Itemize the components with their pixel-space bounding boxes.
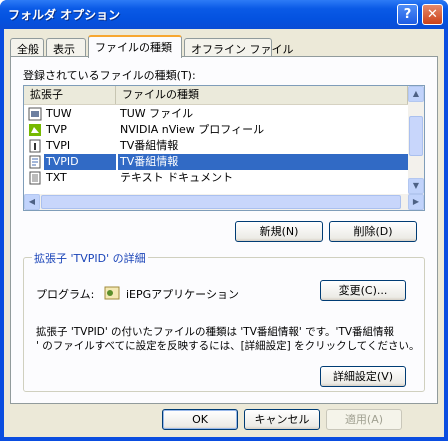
list-item-selected[interactable]: TVPID TV番組情報	[24, 154, 408, 170]
column-extension[interactable]: 拡張子	[24, 86, 116, 104]
cell-extension: TVPID	[44, 154, 116, 170]
list-item[interactable]: TVP NVIDIA nView プロフィール	[24, 122, 408, 138]
change-button[interactable]: 変更(C)...	[320, 280, 406, 301]
cell-type: TV番組情報	[120, 139, 179, 152]
tab-label: オフライン ファイル	[191, 43, 294, 56]
column-file-type[interactable]: ファイルの種類	[116, 86, 408, 104]
cell-type: テキスト ドキュメント	[120, 171, 234, 184]
cell-type: TUW ファイル	[120, 107, 194, 120]
list-item[interactable]: TXT テキスト ドキュメント	[24, 170, 408, 186]
horizontal-scrollbar[interactable]: ◀ ▶	[24, 194, 424, 210]
advanced-button[interactable]: 詳細設定(V)	[320, 366, 406, 387]
iepg-app-icon	[104, 286, 120, 300]
tab-view[interactable]: 表示	[46, 38, 86, 57]
details-group: 拡張子 'TVPID' の詳細 プログラム: iEPGアプリケーション 変更(C…	[23, 250, 425, 392]
list-item[interactable]: TUW TUW ファイル	[24, 106, 408, 122]
cancel-button[interactable]: キャンセル	[244, 409, 320, 430]
horizontal-scroll-thumb[interactable]	[41, 195, 401, 209]
vertical-scroll-thumb[interactable]	[409, 116, 423, 156]
tuw-file-icon	[28, 107, 42, 121]
cell-extension: TUW	[46, 107, 72, 120]
details-title: 拡張子 'TVPID' の詳細	[32, 250, 148, 266]
scroll-up-icon[interactable]: ▲	[408, 86, 424, 102]
file-types-list[interactable]: 拡張子 ファイルの種類 TUW TUW ファイル TVP NVIDIA nVie…	[23, 85, 425, 211]
folder-options-window: フォルダ オプション ? ✕ 全般 表示 ファイルの種類 オフライン ファイル …	[0, 0, 448, 441]
vertical-scrollbar[interactable]: ▲ ▼	[408, 86, 424, 194]
dialog-client-area: 全般 表示 ファイルの種類 オフライン ファイル 登録されているファイルの種類(…	[4, 29, 444, 437]
tvpi-file-icon	[29, 139, 41, 153]
delete-button[interactable]: 削除(D)	[329, 221, 417, 242]
new-button[interactable]: 新規(N)	[235, 221, 323, 242]
apply-button[interactable]: 適用(A)	[326, 409, 402, 430]
nview-icon	[29, 124, 41, 136]
ok-button[interactable]: OK	[162, 409, 238, 430]
registered-types-label: 登録されているファイルの種類(T):	[23, 69, 196, 82]
cell-extension: TXT	[46, 171, 67, 184]
tab-file-types[interactable]: ファイルの種類	[88, 35, 182, 58]
file-types-panel: 登録されているファイルの種類(T): 拡張子 ファイルの種類 TUW TUW フ…	[10, 56, 438, 404]
description-line1: 拡張子 'TVPID' の付いたファイルの種類は 'TV番組情報' です。'TV…	[36, 326, 395, 338]
scroll-right-icon[interactable]: ▶	[408, 194, 424, 210]
help-button[interactable]: ?	[397, 4, 418, 25]
scroll-left-icon[interactable]: ◀	[24, 194, 40, 210]
help-icon: ?	[403, 7, 412, 22]
tab-label: ファイルの種類	[95, 41, 172, 54]
close-icon: ✕	[427, 7, 438, 22]
list-header: 拡張子 ファイルの種類	[24, 86, 408, 105]
title-bar[interactable]: フォルダ オプション ? ✕	[0, 0, 448, 29]
tvpid-file-icon	[29, 155, 41, 169]
list-item[interactable]: TVPI TV番組情報	[24, 138, 408, 154]
close-button[interactable]: ✕	[422, 4, 443, 25]
tab-general[interactable]: 全般	[10, 38, 44, 57]
text-document-icon	[29, 171, 41, 185]
window-title: フォルダ オプション	[8, 8, 121, 22]
cell-extension: TVPI	[46, 139, 71, 152]
tab-label: 表示	[53, 43, 75, 56]
tab-label: 全般	[17, 43, 39, 56]
tab-offline-files[interactable]: オフライン ファイル	[184, 38, 294, 57]
cell-type: TV番組情報	[118, 154, 408, 170]
cell-type: NVIDIA nView プロフィール	[120, 123, 265, 136]
program-name: iEPGアプリケーション	[126, 288, 239, 301]
cell-extension: TVP	[46, 123, 67, 136]
description-line2: ' のファイルすべてに設定を反映するには、[詳細設定] をクリックしてください。	[36, 340, 420, 352]
program-label: プログラム:	[36, 288, 95, 301]
scroll-down-icon[interactable]: ▼	[408, 178, 424, 194]
